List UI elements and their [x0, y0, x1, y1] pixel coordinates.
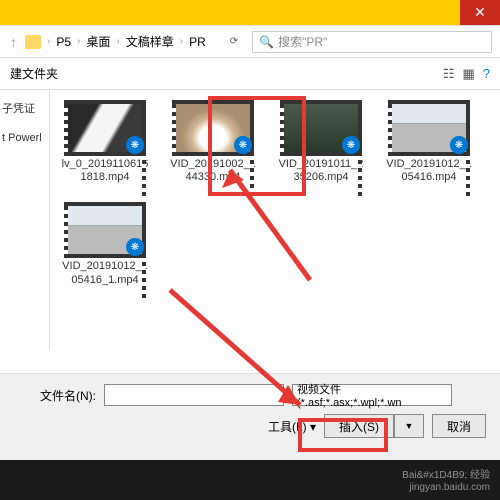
sidebar-item[interactable]: t Powerl: [2, 128, 47, 148]
media-badge-icon: ❋: [450, 136, 468, 154]
titlebar: ✕: [0, 0, 500, 26]
insert-button-label[interactable]: 插入(S): [324, 414, 394, 438]
insert-button[interactable]: 插入(S) ▼: [324, 414, 424, 438]
file-item[interactable]: ❋ VID_20191012_105416_1.mp4: [60, 202, 150, 286]
file-grid: ❋ lv_0_20191106161818.mp4 ❋ VID_20191002…: [50, 90, 500, 350]
main-area: 子凭证 t Powerl ❋ lv_0_20191106161818.mp4 ❋…: [0, 90, 500, 350]
search-icon: 🔍: [259, 35, 274, 49]
chevron-right-icon: ›: [180, 36, 183, 47]
file-name: VID_20191002_144330.mp4: [168, 158, 258, 184]
refresh-icon[interactable]: ⟳: [230, 36, 238, 47]
file-name: VID_20191011_235206.mp4: [276, 158, 366, 184]
tools-dropdown[interactable]: 工具(L) ▾: [268, 418, 316, 435]
file-name: lv_0_20191106161818.mp4: [60, 158, 150, 184]
chevron-right-icon: ›: [116, 36, 119, 47]
media-badge-icon: ❋: [342, 136, 360, 154]
filetype-label: 视频文件 (*.asf;*.asx;*.wpl;*.wn: [297, 381, 447, 409]
breadcrumb-item[interactable]: 文稿样章: [126, 33, 174, 50]
filename-label: 文件名(N):: [40, 387, 96, 404]
nav-up-icon[interactable]: ↑: [8, 34, 19, 50]
video-thumbnail: ❋: [64, 100, 146, 156]
view-details-icon[interactable]: ▦: [462, 66, 474, 82]
file-item[interactable]: ❋ VID_20191011_235206.mp4: [276, 100, 366, 184]
sidebar-item[interactable]: 子凭证: [2, 96, 47, 120]
help-icon[interactable]: ?: [483, 66, 490, 82]
file-item[interactable]: ❋ VID_20191002_144330.mp4: [168, 100, 258, 184]
media-badge-icon: ❋: [126, 136, 144, 154]
breadcrumb-item[interactable]: 桌面: [86, 33, 110, 50]
view-list-icon[interactable]: ☷: [443, 66, 455, 82]
file-item[interactable]: ❋ lv_0_20191106161818.mp4: [60, 100, 150, 184]
titlebar-title: [0, 0, 460, 25]
file-item[interactable]: ❋ VID_20191012_105416.mp4: [384, 100, 474, 184]
insert-dropdown-icon[interactable]: ▼: [394, 414, 424, 438]
breadcrumb-item[interactable]: PR: [189, 35, 206, 49]
new-folder-button[interactable]: 建文件夹: [10, 65, 58, 82]
watermark: Bai&#x1D4B9; 经验 jingyan.baidu.com: [402, 470, 490, 494]
watermark-url: jingyan.baidu.com: [402, 482, 490, 494]
bottom-panel: 文件名(N): 视频文件 (*.asf;*.asx;*.wpl;*.wn 工具(…: [0, 373, 500, 460]
video-thumbnail: ❋: [172, 100, 254, 156]
video-thumbnail: ❋: [64, 202, 146, 258]
folder-icon: [25, 35, 41, 49]
file-name: VID_20191012_105416_1.mp4: [60, 260, 150, 286]
address-bar: ↑ › P5 › 桌面 › 文稿样章 › PR ⟳ 🔍 搜索"PR": [0, 26, 500, 58]
media-badge-icon: ❋: [234, 136, 252, 154]
filetype-dropdown[interactable]: 视频文件 (*.asf;*.asx;*.wpl;*.wn: [292, 384, 452, 406]
close-button[interactable]: ✕: [460, 0, 500, 25]
search-placeholder: 搜索"PR": [278, 33, 327, 50]
search-input[interactable]: 🔍 搜索"PR": [252, 31, 492, 53]
media-badge-icon: ❋: [126, 238, 144, 256]
video-thumbnail: ❋: [388, 100, 470, 156]
chevron-right-icon: ›: [77, 36, 80, 47]
file-name: VID_20191012_105416.mp4: [384, 158, 474, 184]
filename-input[interactable]: [104, 384, 284, 406]
toolbar: 建文件夹 ☷ ▦ ?: [0, 58, 500, 90]
video-thumbnail: ❋: [280, 100, 362, 156]
cancel-button[interactable]: 取消: [432, 414, 486, 438]
watermark-logo: Bai&#x1D4B9; 经验: [402, 470, 490, 482]
sidebar: 子凭证 t Powerl: [0, 90, 50, 350]
chevron-right-icon: ›: [47, 36, 50, 47]
breadcrumb-item[interactable]: P5: [56, 35, 71, 49]
sidebar-item[interactable]: [2, 120, 47, 128]
